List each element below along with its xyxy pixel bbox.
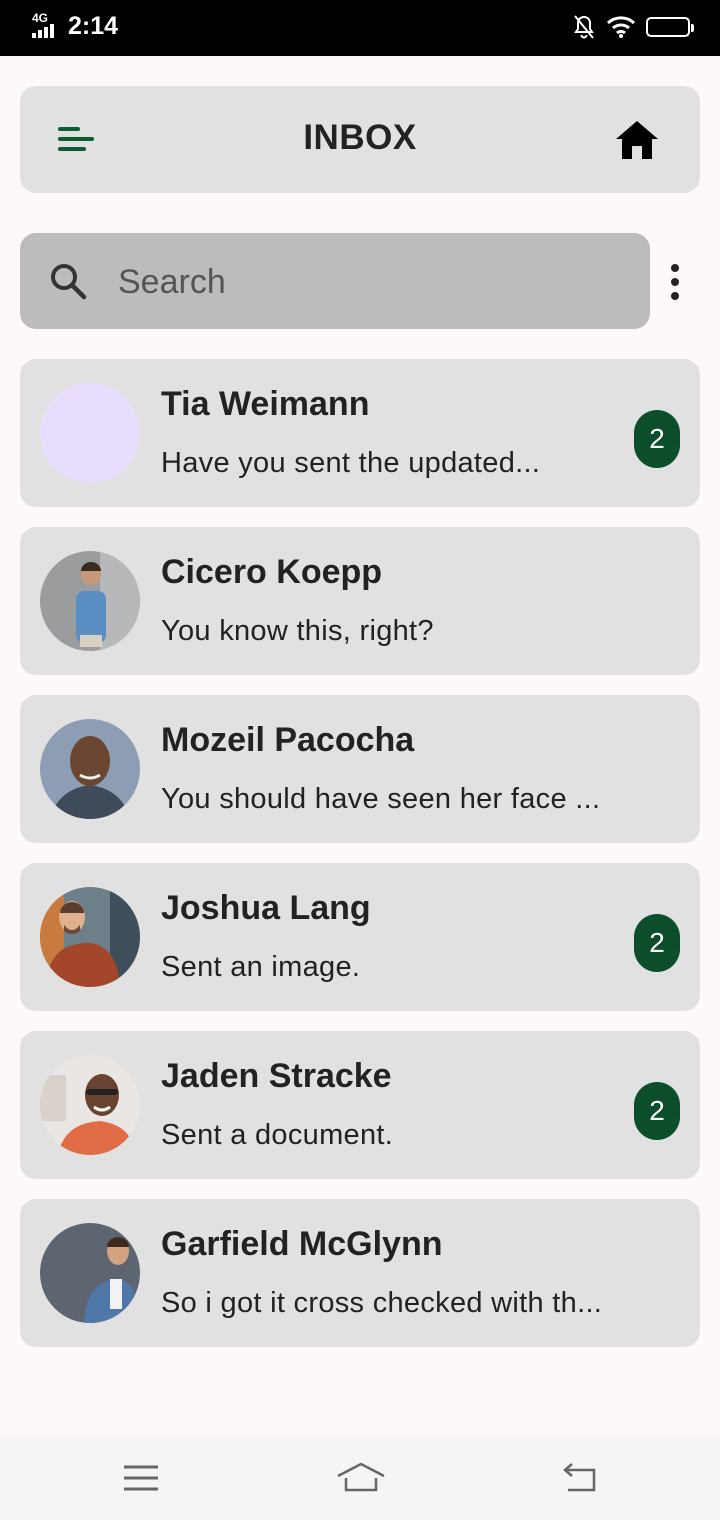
contact-name: Mozeil Pacocha — [161, 721, 415, 759]
network-type: 4G — [32, 11, 49, 25]
avatar — [40, 1055, 140, 1155]
status-right: 69 — [572, 14, 694, 40]
home-nav-icon[interactable] — [336, 1458, 386, 1498]
message-preview: Sent a document. — [161, 1119, 394, 1151]
avatar — [40, 887, 140, 987]
unread-badge: 2 — [634, 1082, 680, 1140]
recent-apps-icon[interactable] — [119, 1458, 163, 1498]
status-bar: 4G 2:14 69 — [0, 0, 720, 56]
contact-name: Tia Weimann — [161, 385, 370, 423]
chat-list: Tia Weimann Have you sent the updated...… — [20, 359, 700, 1367]
wifi-icon — [606, 16, 636, 38]
message-preview: Have you sent the updated... — [161, 447, 541, 479]
page-title: INBOX — [303, 118, 417, 157]
message-preview: Sent an image. — [161, 951, 361, 983]
chat-item[interactable]: Jaden Stracke Sent a document. 2 — [20, 1031, 700, 1179]
battery-icon: 69 — [646, 17, 694, 37]
status-left: 4G 2:14 — [30, 10, 118, 42]
contact-name: Cicero Koepp — [161, 553, 383, 591]
contact-name: Jaden Stracke — [161, 1057, 392, 1095]
message-preview: You know this, right? — [161, 615, 434, 647]
unread-badge: 2 — [634, 410, 680, 468]
back-nav-icon[interactable] — [558, 1458, 602, 1498]
status-time: 2:14 — [68, 11, 119, 40]
app-bar: INBOX — [20, 86, 700, 193]
unread-badge: 2 — [634, 914, 680, 972]
bell-off-icon — [574, 15, 594, 39]
contact-name: Joshua Lang — [161, 889, 371, 927]
search-bar — [20, 233, 650, 329]
avatar — [40, 1223, 140, 1323]
avatar — [40, 719, 140, 819]
avatar — [40, 383, 140, 483]
home-icon[interactable] — [612, 119, 662, 161]
contact-name: Garfield McGlynn — [161, 1225, 443, 1263]
avatar — [40, 551, 140, 651]
chat-item[interactable]: Cicero Koepp You know this, right? — [20, 527, 700, 675]
search-input[interactable] — [116, 253, 620, 311]
search-icon — [51, 264, 87, 300]
chat-item[interactable]: Garfield McGlynn So i got it cross check… — [20, 1199, 700, 1347]
chat-item[interactable]: Mozeil Pacocha You should have seen her … — [20, 695, 700, 843]
more-options-icon[interactable] — [660, 262, 690, 302]
system-nav-bar — [0, 1436, 720, 1520]
message-preview: You should have seen her face ... — [161, 783, 601, 815]
cell-signal-icon: 4G — [30, 10, 60, 42]
battery-level: 69 — [660, 19, 676, 35]
chat-item[interactable]: Joshua Lang Sent an image. 2 — [20, 863, 700, 1011]
chat-item[interactable]: Tia Weimann Have you sent the updated...… — [20, 359, 700, 507]
message-preview: So i got it cross checked with th... — [161, 1287, 603, 1319]
